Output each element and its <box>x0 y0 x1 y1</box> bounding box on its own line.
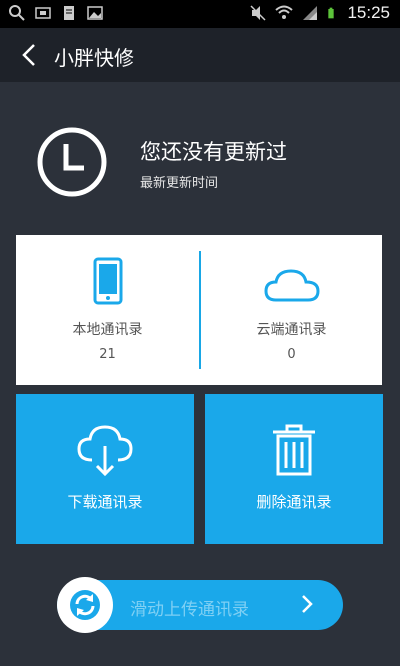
update-status-title: 您还没有更新过 <box>140 140 287 164</box>
last-update-label: 最新更新时间 <box>140 176 219 191</box>
screen: 15:25 小胖快修 您还没有更新过 最新更新时间 本地通讯录 21 云端通讯录… <box>0 0 400 666</box>
status-left <box>8 4 104 22</box>
wifi-icon <box>275 5 294 19</box>
phone-icon <box>93 257 122 305</box>
sync-icon <box>70 590 100 620</box>
signal-icon <box>303 6 318 20</box>
cloud-contacts-label: 云端通讯录 <box>256 322 327 338</box>
local-contacts-count: 21 <box>99 347 116 362</box>
image-icon <box>87 6 103 20</box>
search-icon <box>9 5 25 21</box>
chevron-left-icon[interactable] <box>18 42 42 68</box>
delete-contacts-label: 删除通讯录 <box>256 493 332 511</box>
contacts-card: 本地通讯录 21 云端通讯录 0 <box>16 235 382 385</box>
file-icon <box>64 6 74 20</box>
chevron-right-icon <box>302 595 313 613</box>
slider-handle[interactable] <box>57 577 113 633</box>
cloud-contacts-count: 0 <box>287 347 296 362</box>
status-bar: 15:25 <box>0 0 400 28</box>
box-icon <box>35 7 51 19</box>
upload-slider-label: 滑动上传通讯录 <box>130 600 249 620</box>
mute-icon <box>250 5 266 21</box>
cloud-icon <box>263 269 320 302</box>
download-contacts-label: 下载通讯录 <box>67 493 143 511</box>
local-contacts-label: 本地通讯录 <box>72 322 143 338</box>
clock-icon <box>37 127 107 197</box>
delete-contacts-button[interactable]: 删除通讯录 <box>205 394 383 544</box>
cloud-contacts-cell[interactable]: 云端通讯录 0 <box>200 235 383 385</box>
status-time: 15:25 <box>347 3 390 22</box>
local-contacts-cell[interactable]: 本地通讯录 21 <box>16 235 199 385</box>
download-contacts-button[interactable]: 下载通讯录 <box>16 394 194 544</box>
page-title: 小胖快修 <box>54 46 134 70</box>
status-right: 15:25 <box>249 3 390 23</box>
cloud-download-icon <box>77 425 133 477</box>
title-bar: 小胖快修 <box>0 28 400 82</box>
battery-icon <box>328 7 335 19</box>
trash-icon <box>273 424 315 476</box>
